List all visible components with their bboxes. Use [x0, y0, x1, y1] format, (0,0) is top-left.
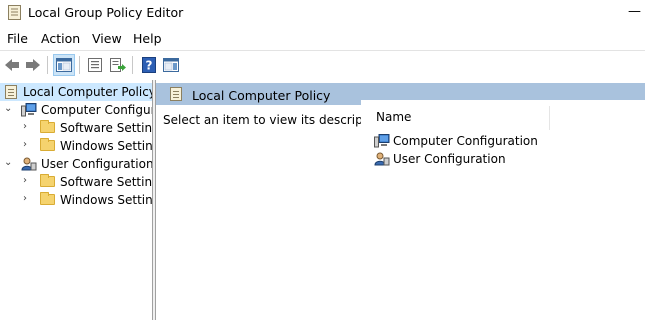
window-title: Local Group Policy Editor [28, 5, 184, 20]
list-item-label: User Configuration [393, 152, 506, 166]
column-separator[interactable] [549, 106, 550, 130]
column-header-name[interactable]: Name [376, 110, 411, 124]
folder-icon [40, 120, 55, 133]
chevron-right-icon[interactable]: › [23, 122, 33, 132]
item-list: Name Computer Configuration User Configu… [361, 100, 645, 320]
policy-icon [5, 85, 17, 99]
menu-file[interactable]: File [7, 31, 28, 46]
folder-icon [40, 138, 55, 151]
tree-item-windows-settings[interactable]: › Windows Setting [0, 191, 152, 209]
policy-editor-app-icon [8, 5, 21, 20]
help-icon: ? [142, 57, 156, 73]
user-icon [374, 152, 390, 166]
computer-icon [374, 134, 390, 148]
computer-icon [21, 103, 37, 117]
tree-item-software-settings[interactable]: › Software Settings [0, 173, 152, 191]
toolbar-separator [47, 56, 48, 74]
properties-button[interactable] [84, 54, 106, 76]
tree-item-local-computer-policy[interactable]: Local Computer Policy [0, 83, 152, 101]
back-arrow-icon [5, 59, 19, 71]
list-item-computer-configuration[interactable]: Computer Configuration [374, 132, 574, 150]
export-list-icon [110, 58, 126, 72]
list-item-label: Computer Configuration [393, 134, 538, 148]
show-hide-action-pane-button[interactable] [160, 54, 182, 76]
properties-icon [88, 58, 102, 72]
description-text: Select an item to view its description. [163, 113, 390, 127]
minimize-button[interactable]: — [628, 2, 645, 22]
show-hide-tree-icon [56, 58, 72, 72]
show-hide-tree-button[interactable] [53, 54, 75, 76]
back-button[interactable] [1, 54, 23, 76]
forward-button[interactable] [22, 54, 44, 76]
tree-item-label: User Configuration [41, 157, 152, 171]
toolbar-separator [79, 56, 80, 74]
chevron-right-icon[interactable]: › [23, 176, 33, 186]
menu-bar: File Action View Help [0, 28, 645, 48]
folder-icon [40, 174, 55, 187]
policy-icon [170, 87, 182, 101]
show-hide-action-pane-icon [163, 58, 179, 72]
tree-item-software-settings[interactable]: › Software Settings [0, 119, 152, 137]
help-button[interactable]: ? [138, 54, 160, 76]
menu-view[interactable]: View [92, 31, 122, 46]
content-header-title: Local Computer Policy [192, 88, 331, 103]
tree-item-label: Computer Configura [41, 103, 152, 117]
chevron-right-icon[interactable]: › [23, 140, 33, 150]
tree-item-computer-configuration[interactable]: ⌄ Computer Configura [0, 101, 152, 119]
export-list-button[interactable] [107, 54, 129, 76]
folder-icon [40, 192, 55, 205]
forward-arrow-icon [26, 59, 40, 71]
chevron-right-icon[interactable]: › [23, 194, 33, 204]
toolbar-separator [132, 56, 133, 74]
user-icon [21, 157, 37, 171]
chevron-down-icon[interactable]: ⌄ [4, 104, 14, 114]
list-item-user-configuration[interactable]: User Configuration [374, 150, 574, 168]
toolbar: ? [0, 50, 645, 79]
chevron-down-icon[interactable]: ⌄ [4, 158, 14, 168]
svg-text:?: ? [146, 59, 153, 73]
tree-item-label: Software Settings [60, 175, 152, 189]
content-pane: Local Computer Policy Select an item to … [156, 80, 645, 320]
tree-item-label: Local Computer Policy [23, 85, 152, 99]
tree-pane: Local Computer Policy ⌄ Computer Configu… [0, 80, 152, 320]
menu-help[interactable]: Help [133, 31, 162, 46]
tree-item-user-configuration[interactable]: ⌄ User Configuration [0, 155, 152, 173]
tree-item-label: Software Settings [60, 121, 152, 135]
menu-action[interactable]: Action [41, 31, 80, 46]
title-bar: Local Group Policy Editor — [0, 0, 645, 26]
tree-item-windows-settings[interactable]: › Windows Setting [0, 137, 152, 155]
tree-item-label: Windows Setting [60, 193, 152, 207]
tree-item-label: Windows Setting [60, 139, 152, 153]
